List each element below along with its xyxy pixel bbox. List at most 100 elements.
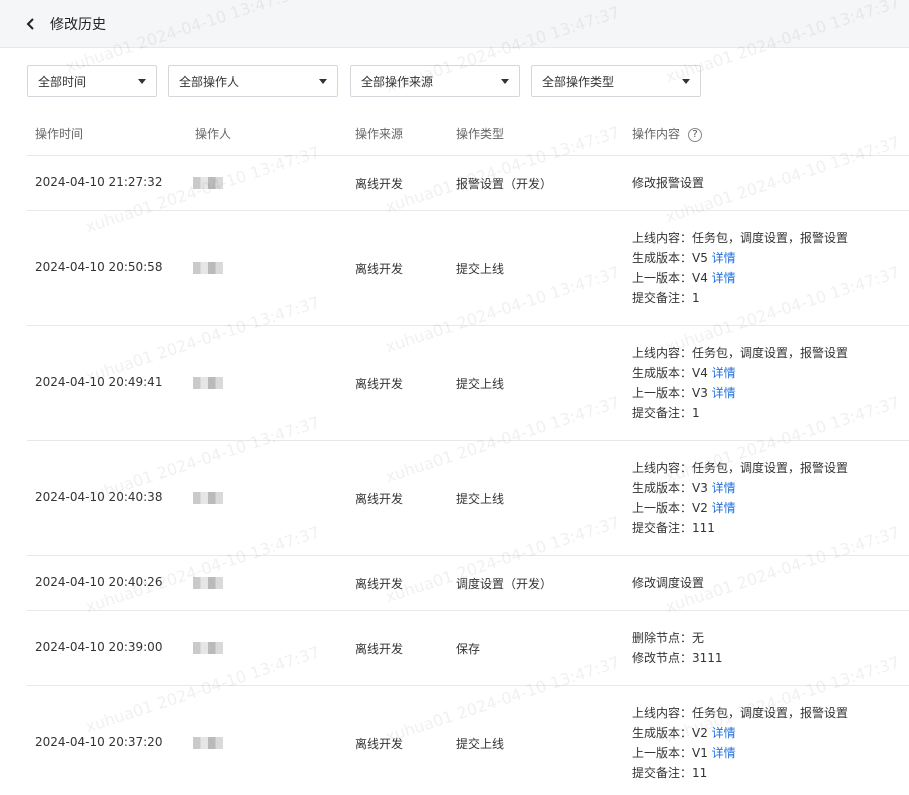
content-line: 上线内容：任务包，调度设置，报警设置 bbox=[632, 458, 848, 478]
row-type: 提交上线 bbox=[456, 261, 505, 276]
content-text: 上一版本：V1 bbox=[632, 745, 712, 760]
content-line: 生成版本：V3 详情 bbox=[632, 478, 848, 498]
watermark-text: xuhua01 2024-04-10 13:47:37 bbox=[383, 512, 623, 607]
content-text: 上线内容：任务包，调度设置，报警设置 bbox=[632, 460, 849, 475]
content-text: 修改节点：3111 bbox=[632, 650, 723, 665]
chevron-down-icon bbox=[319, 79, 327, 84]
row-content: 上线内容：任务包，调度设置，报警设置 生成版本：V5 详情 上一版本：V4 详情 提交… bbox=[632, 228, 848, 308]
back-icon[interactable] bbox=[24, 17, 38, 31]
time-filter-select[interactable]: 全部时间 bbox=[27, 65, 157, 97]
page-header: 修改历史 bbox=[0, 0, 909, 48]
content-text: 生成版本：V2 bbox=[632, 725, 712, 740]
detail-link[interactable]: 详情 bbox=[712, 271, 736, 285]
row-type: 提交上线 bbox=[456, 736, 505, 751]
content-text: 提交备注：1 bbox=[632, 290, 700, 305]
content-text: 上一版本：V3 bbox=[632, 385, 712, 400]
row-divider bbox=[27, 685, 909, 686]
row-divider bbox=[27, 210, 909, 211]
content-text: 上线内容：任务包，调度设置，报警设置 bbox=[632, 230, 849, 245]
detail-link[interactable]: 详情 bbox=[712, 501, 736, 515]
row-type: 保存 bbox=[456, 641, 481, 656]
content-text: 修改报警设置 bbox=[632, 175, 705, 190]
content-line: 修改报警设置 bbox=[632, 173, 704, 193]
row-time: 2024-04-10 20:37:20 bbox=[35, 734, 163, 749]
watermark-text: xuhua01 2024-04-10 13:47:37 bbox=[83, 642, 323, 737]
content-text: 修改调度设置 bbox=[632, 575, 705, 590]
content-text: 上线内容：任务包，调度设置，报警设置 bbox=[632, 345, 849, 360]
column-header-time: 操作时间 bbox=[35, 127, 84, 141]
row-content: 上线内容：任务包，调度设置，报警设置 生成版本：V4 详情 上一版本：V3 详情 提交… bbox=[632, 343, 848, 423]
detail-link[interactable]: 详情 bbox=[712, 386, 736, 400]
column-header-content: 操作内容? bbox=[632, 125, 703, 142]
row-divider bbox=[27, 610, 909, 611]
row-source: 离线开发 bbox=[355, 576, 404, 591]
chevron-down-icon bbox=[682, 79, 690, 84]
operator-filter-label: 全部操作人 bbox=[179, 74, 240, 89]
operator-avatar bbox=[193, 176, 223, 189]
detail-link[interactable]: 详情 bbox=[712, 746, 736, 760]
row-type: 报警设置（开发） bbox=[456, 176, 553, 191]
content-line: 修改调度设置 bbox=[632, 573, 704, 593]
operator-avatar bbox=[193, 641, 223, 654]
content-line: 提交备注：11 bbox=[632, 763, 848, 783]
row-time: 2024-04-10 20:40:26 bbox=[35, 574, 163, 589]
detail-link[interactable]: 详情 bbox=[712, 726, 736, 740]
chevron-down-icon bbox=[138, 79, 146, 84]
content-text: 生成版本：V5 bbox=[632, 250, 712, 265]
content-line: 上一版本：V4 详情 bbox=[632, 268, 848, 288]
detail-link[interactable]: 详情 bbox=[712, 481, 736, 495]
page-title: 修改历史 bbox=[50, 16, 106, 33]
content-text: 删除节点：无 bbox=[632, 630, 705, 645]
row-divider bbox=[27, 440, 909, 441]
row-time: 2024-04-10 20:49:41 bbox=[35, 374, 163, 389]
row-source: 离线开发 bbox=[355, 641, 404, 656]
column-header-source: 操作来源 bbox=[355, 127, 404, 141]
type-filter-label: 全部操作类型 bbox=[542, 74, 615, 89]
content-text: 上一版本：V4 bbox=[632, 270, 712, 285]
operator-filter-select[interactable]: 全部操作人 bbox=[168, 65, 338, 97]
content-line: 生成版本：V4 详情 bbox=[632, 363, 848, 383]
help-icon[interactable]: ? bbox=[688, 127, 703, 142]
time-filter-label: 全部时间 bbox=[38, 74, 87, 89]
row-time: 2024-04-10 20:40:38 bbox=[35, 489, 163, 504]
content-line: 上一版本：V3 详情 bbox=[632, 383, 848, 403]
content-line: 生成版本：V2 详情 bbox=[632, 723, 848, 743]
row-content: 修改调度设置 bbox=[632, 573, 704, 593]
operator-avatar bbox=[193, 376, 223, 389]
column-header-operator: 操作人 bbox=[195, 127, 232, 141]
row-content: 删除节点：无修改节点：3111 bbox=[632, 628, 723, 668]
row-source: 离线开发 bbox=[355, 261, 404, 276]
operator-avatar bbox=[193, 576, 223, 589]
content-line: 提交备注：111 bbox=[632, 518, 848, 538]
row-time: 2024-04-10 21:27:32 bbox=[35, 174, 163, 189]
content-line: 上一版本：V2 详情 bbox=[632, 498, 848, 518]
source-filter-select[interactable]: 全部操作来源 bbox=[350, 65, 520, 97]
operator-avatar bbox=[193, 491, 223, 504]
row-source: 离线开发 bbox=[355, 491, 404, 506]
row-source: 离线开发 bbox=[355, 736, 404, 751]
header-divider bbox=[27, 155, 909, 156]
content-text: 生成版本：V3 bbox=[632, 480, 712, 495]
detail-link[interactable]: 详情 bbox=[712, 366, 736, 380]
row-time: 2024-04-10 20:39:00 bbox=[35, 639, 163, 654]
content-text: 提交备注：11 bbox=[632, 765, 708, 780]
content-line: 上一版本：V1 详情 bbox=[632, 743, 848, 763]
type-filter-select[interactable]: 全部操作类型 bbox=[531, 65, 701, 97]
row-content: 上线内容：任务包，调度设置，报警设置 生成版本：V3 详情 上一版本：V2 详情 提交… bbox=[632, 458, 848, 538]
content-text: 上一版本：V2 bbox=[632, 500, 712, 515]
column-header-type: 操作类型 bbox=[456, 127, 505, 141]
detail-link[interactable]: 详情 bbox=[712, 251, 736, 265]
row-time: 2024-04-10 20:50:58 bbox=[35, 259, 163, 274]
row-content: 修改报警设置 bbox=[632, 173, 704, 193]
content-line: 提交备注：1 bbox=[632, 288, 848, 308]
content-line: 生成版本：V5 详情 bbox=[632, 248, 848, 268]
column-header-content-label: 操作内容 bbox=[632, 127, 681, 141]
content-line: 上线内容：任务包，调度设置，报警设置 bbox=[632, 228, 848, 248]
watermark-text: xuhua01 2024-04-10 13:47:37 bbox=[83, 292, 323, 387]
row-type: 调度设置（开发） bbox=[456, 576, 553, 591]
row-source: 离线开发 bbox=[355, 176, 404, 191]
chevron-down-icon bbox=[501, 79, 509, 84]
content-line: 删除节点：无 bbox=[632, 628, 723, 648]
operator-avatar bbox=[193, 261, 223, 274]
content-text: 生成版本：V4 bbox=[632, 365, 712, 380]
